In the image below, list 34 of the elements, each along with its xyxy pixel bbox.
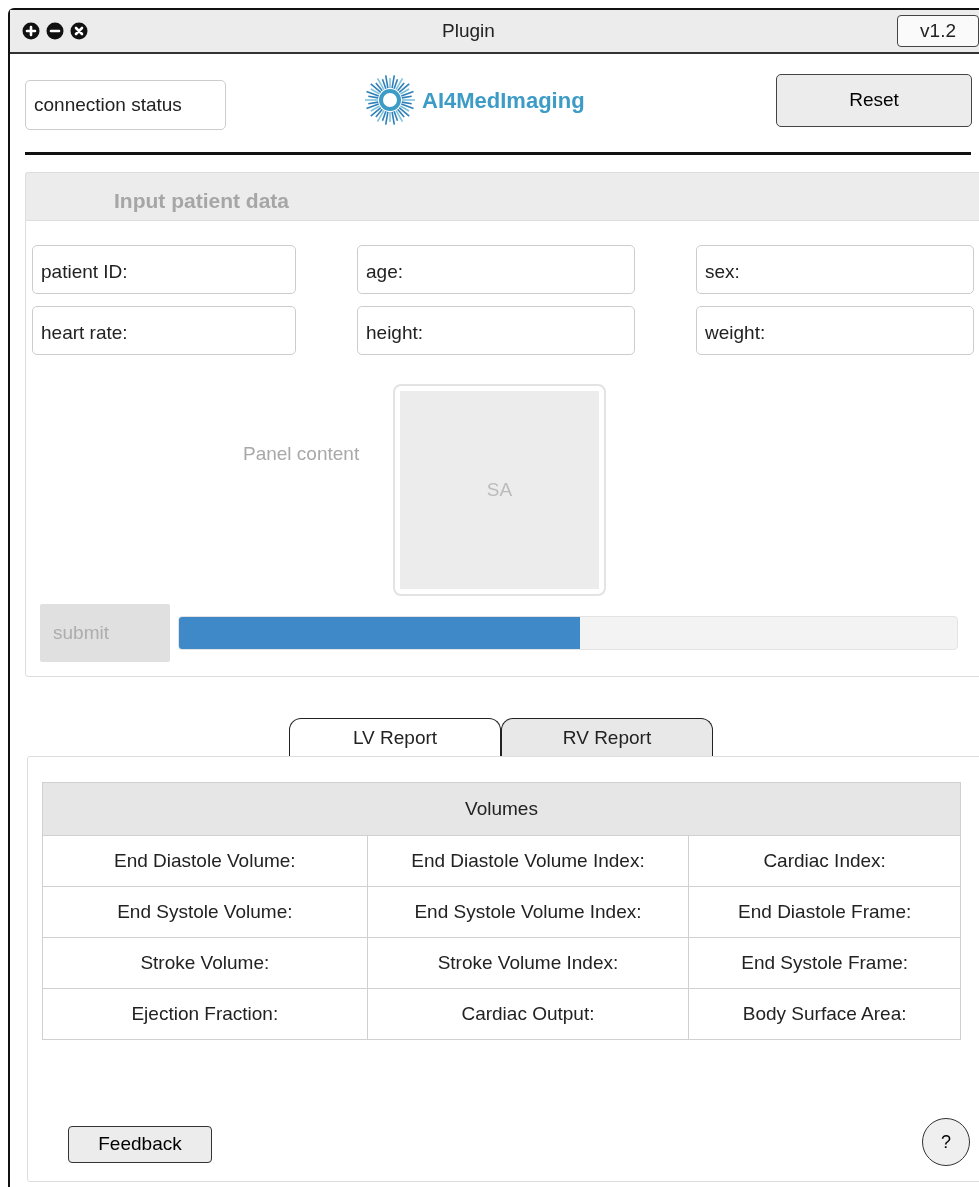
table-cell: Stroke Volume Index: — [367, 937, 689, 989]
table-cell: Cardiac Index: — [688, 835, 961, 887]
table-cell: Stroke Volume: — [42, 937, 368, 989]
table-cell: End Systole Volume: — [42, 886, 368, 938]
panel-title: Input patient data — [114, 189, 289, 212]
table-cell: Cardiac Output: — [367, 988, 689, 1040]
input-field[interactable]: weight: — [696, 306, 974, 355]
table-cell: End Diastole Volume Index: — [367, 835, 689, 887]
table-cell: End Diastole Frame: — [688, 886, 961, 938]
table-cell: End Systole Volume Index: — [367, 886, 689, 938]
input-field[interactable]: height: — [357, 306, 635, 355]
table-cell: Body Surface Area: — [688, 988, 961, 1040]
input-field[interactable]: patient ID: — [32, 245, 296, 294]
connection-status: connection status — [25, 79, 226, 131]
panel-placeholder-text: Panel content — [243, 442, 361, 466]
input-field[interactable]: sex: — [696, 245, 974, 294]
table-cell: End Diastole Volume: — [42, 835, 368, 887]
window-title: Plugin — [442, 18, 495, 43]
version-label: v1.2 — [897, 14, 979, 48]
help-button[interactable]: ? — [922, 1118, 970, 1166]
table-header: Volumes — [42, 782, 961, 836]
feedback-button[interactable]: Feedback — [68, 1126, 212, 1163]
logo-icon — [364, 74, 416, 126]
report-tab[interactable]: RV Report — [501, 718, 713, 756]
add-icon[interactable] — [22, 22, 40, 40]
table-cell: End Systole Frame: — [688, 937, 961, 989]
close-icon[interactable] — [70, 22, 88, 40]
input-field[interactable]: age: — [357, 245, 635, 294]
table-cell: Ejection Fraction: — [42, 988, 368, 1040]
logo-text: AI4MedImaging — [422, 86, 585, 115]
minus-icon[interactable] — [46, 22, 64, 40]
report-tab[interactable]: LV Report — [289, 718, 501, 756]
reset-button[interactable]: Reset — [776, 73, 972, 127]
input-field[interactable]: heart rate: — [32, 306, 296, 355]
